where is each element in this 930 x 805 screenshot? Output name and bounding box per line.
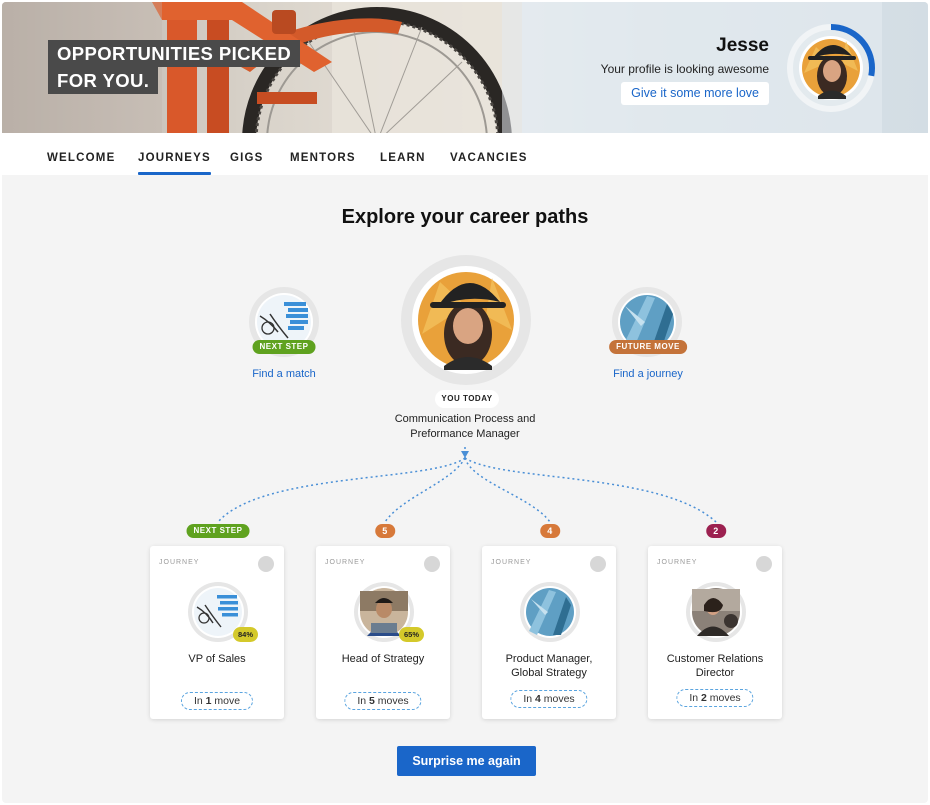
current-role-line-1: Communication Process and [394, 413, 536, 425]
match-badge: 65% [399, 627, 425, 642]
journey-card-customer-relations-director[interactable]: JOURNEY Customer Relations Director In 2… [648, 546, 782, 719]
card-title-line-1: Customer Relations [666, 653, 764, 665]
card-tag: JOURNEY [159, 559, 200, 566]
card-title-line-1: Product Manager, [505, 653, 593, 665]
current-role-line-2: Preformance Manager [410, 428, 520, 440]
you-today-avatar [401, 255, 531, 385]
surprise-me-button[interactable]: Surprise me again [397, 746, 536, 776]
path-marker-4: 2 [706, 524, 726, 538]
bookmark-icon[interactable] [590, 556, 606, 572]
card-title: Product Manager, Global Strategy [486, 652, 612, 680]
card-tag: JOURNEY [325, 559, 366, 566]
app-frame: OPPORTUNITIES PICKED FOR YOU. Jesse Your… [2, 2, 928, 803]
card-title-line-2: Global Strategy [511, 667, 587, 679]
card-title-line-1: Head of Strategy [341, 653, 425, 665]
you-today-badge: YOU TODAY [435, 390, 499, 408]
path-marker-1: NEXT STEP [186, 524, 250, 538]
card-tag: JOURNEY [491, 559, 532, 566]
next-step-badge: NEXT STEP [252, 340, 316, 354]
card-avatar [686, 582, 746, 642]
journey-card-product-manager[interactable]: JOURNEY Product Manager, Global Strategy… [482, 546, 616, 719]
card-title: Customer Relations Director [652, 652, 778, 680]
moves-chip: In 4 moves [510, 690, 588, 708]
path-marker-2: 5 [375, 524, 395, 538]
card-tag: JOURNEY [657, 559, 698, 566]
card-title-line-2: Director [695, 667, 735, 679]
find-match-link[interactable]: Find a match [252, 368, 316, 380]
moves-chip: In 5 moves [344, 692, 422, 710]
moves-chip: In 1 move [180, 692, 254, 710]
card-title: VP of Sales [154, 652, 280, 666]
path-marker-3: 4 [540, 524, 560, 538]
bookmark-icon[interactable] [756, 556, 772, 572]
bookmark-icon[interactable] [424, 556, 440, 572]
card-title: Head of Strategy [320, 652, 446, 666]
moves-chip: In 2 moves [676, 689, 754, 707]
match-badge: 84% [233, 627, 259, 642]
journey-card-head-of-strategy[interactable]: JOURNEY 65% Head of Strategy In 5 moves [316, 546, 450, 719]
future-move-badge: FUTURE MOVE [609, 340, 687, 354]
card-title-line-1: VP of Sales [188, 653, 246, 665]
bookmark-icon[interactable] [258, 556, 274, 572]
journey-card-vp-of-sales[interactable]: JOURNEY 84% VP of Sales In 1 move [150, 546, 284, 719]
find-journey-link[interactable]: Find a journey [613, 368, 683, 380]
card-avatar [520, 582, 580, 642]
